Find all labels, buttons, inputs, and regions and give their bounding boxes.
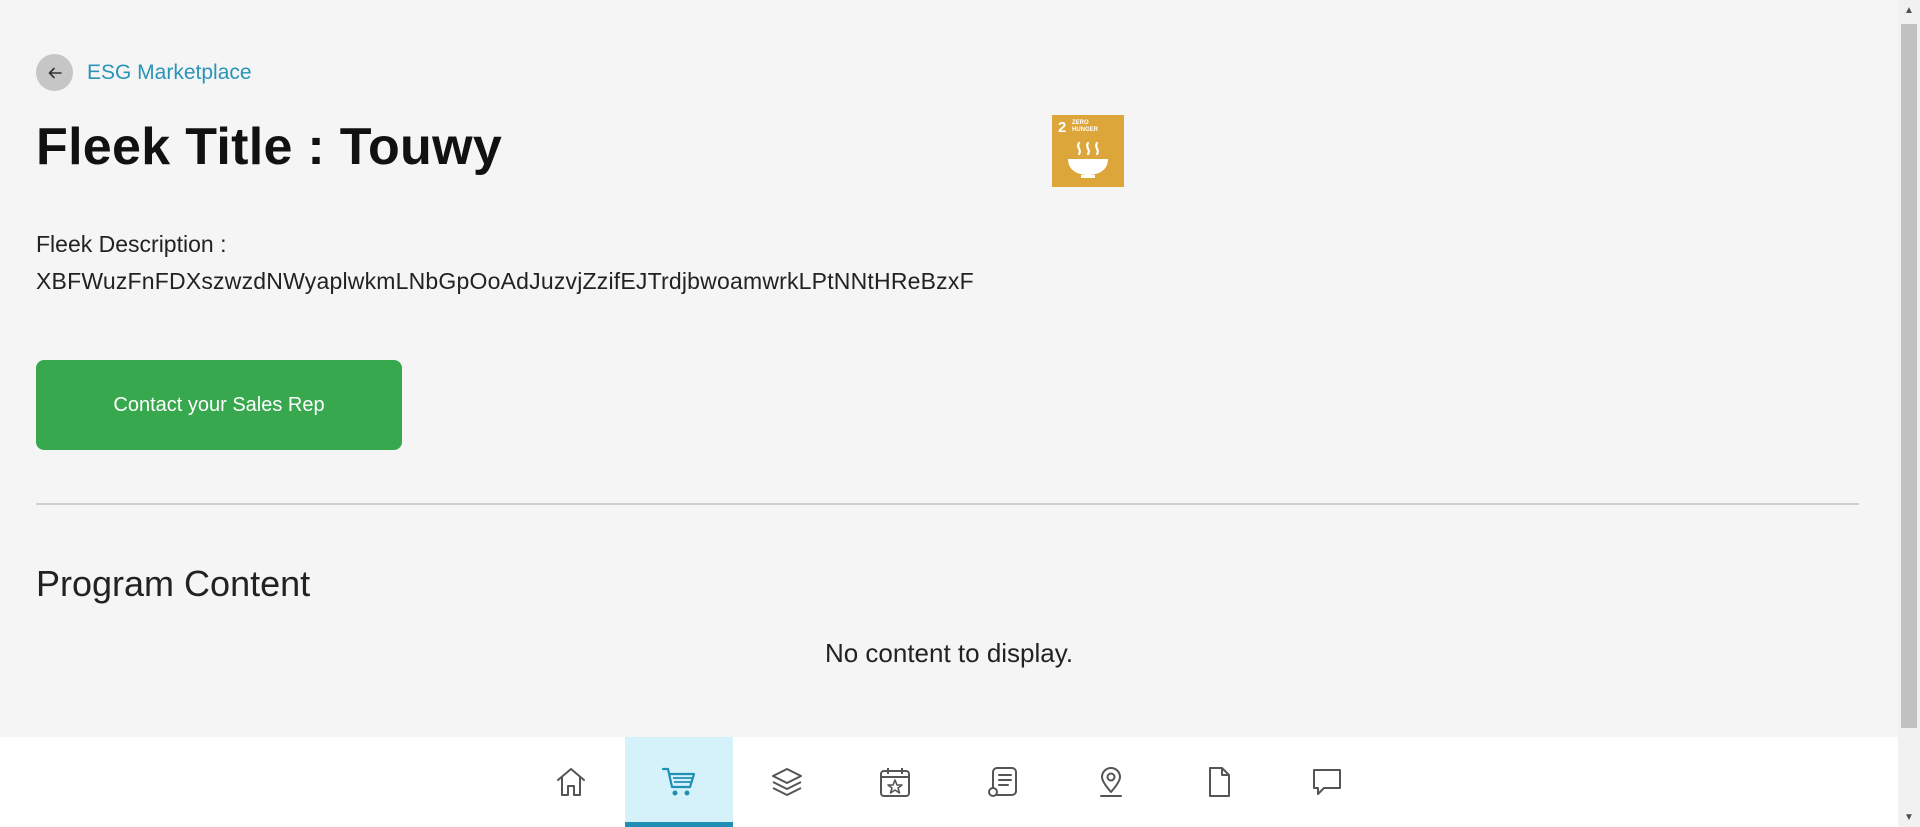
sdg-label: ZERO HUNGER [1072, 120, 1099, 133]
description-label: Fleek Description : [36, 231, 227, 257]
main-content: ESG Marketplace Fleek Title : Touwy 2 ZE… [0, 0, 1898, 737]
nav-item-events[interactable] [841, 737, 949, 827]
scrollbar[interactable]: ▲ ▼ [1898, 0, 1920, 827]
map-pin-icon [1100, 767, 1122, 797]
layers-icon [772, 768, 802, 796]
program-content-title: Program Content [36, 563, 311, 604]
nav-item-marketplace[interactable] [625, 737, 733, 827]
document-list-icon [988, 767, 1017, 797]
sdg-badge: 2 ZERO HUNGER [1052, 115, 1124, 187]
nav-item-files[interactable] [1165, 737, 1273, 827]
nav-item-layers[interactable] [733, 737, 841, 827]
nav-item-locations[interactable] [1057, 737, 1165, 827]
scroll-down-arrow-icon[interactable]: ▼ [1898, 807, 1920, 827]
breadcrumb: ESG Marketplace [36, 54, 252, 91]
back-button[interactable] [36, 54, 73, 91]
arrow-left-icon [48, 67, 62, 78]
nav-item-records[interactable] [949, 737, 1057, 827]
page: ESG Marketplace Fleek Title : Touwy 2 ZE… [0, 0, 1920, 827]
scroll-thumb[interactable] [1901, 24, 1917, 728]
page-title: Fleek Title : Touwy [36, 118, 503, 176]
divider [36, 503, 1859, 505]
contact-sales-rep-button[interactable]: Contact your Sales Rep [36, 360, 402, 450]
description-text: XBFWuzFnFDXszwzdNWyaplwkmLNbGpOoAdJuzvjZ… [36, 268, 974, 294]
bottom-nav [0, 737, 1898, 827]
sdg-number: 2 [1058, 119, 1067, 136]
nav-item-home[interactable] [517, 737, 625, 827]
cart-icon [661, 767, 696, 796]
calendar-star-icon [880, 768, 910, 797]
home-icon [557, 768, 585, 796]
scroll-up-arrow-icon[interactable]: ▲ [1898, 0, 1920, 20]
bowl-icon [1068, 141, 1108, 178]
breadcrumb-link-esg-marketplace[interactable]: ESG Marketplace [87, 61, 252, 85]
nav-item-messages[interactable] [1273, 737, 1381, 827]
file-icon [1209, 767, 1230, 797]
empty-content-message: No content to display. [824, 638, 1074, 668]
chat-icon [1313, 769, 1341, 795]
